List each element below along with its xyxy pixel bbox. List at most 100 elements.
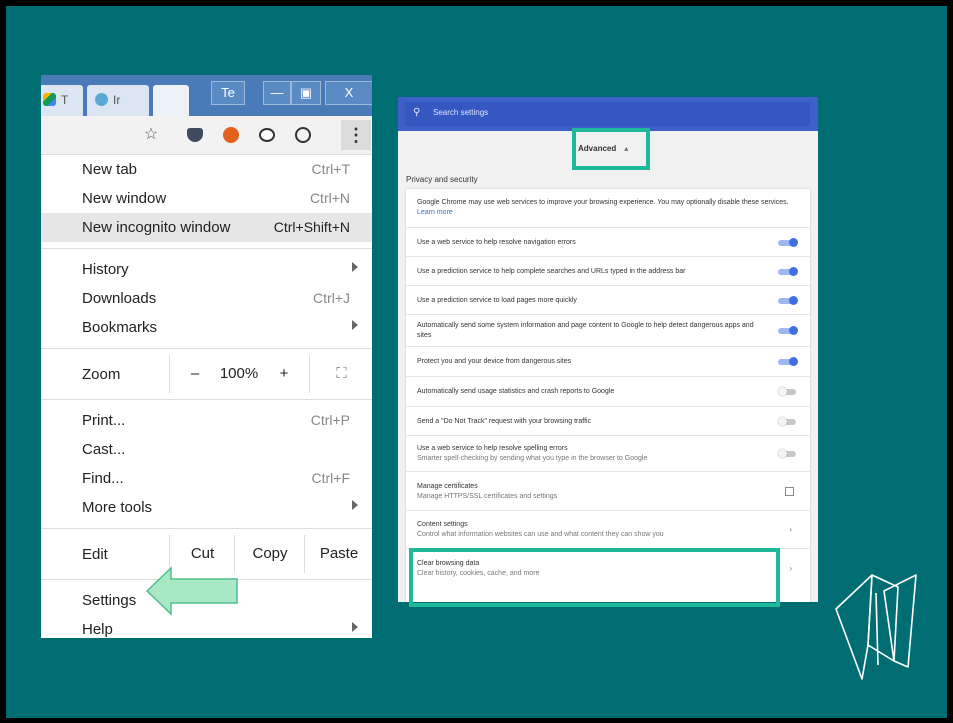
menu-item-label: History bbox=[82, 261, 129, 278]
submenu-arrow-icon bbox=[352, 262, 358, 272]
menu-item-label: New incognito window bbox=[82, 219, 231, 236]
menu-item-shortcut: Ctrl+F bbox=[311, 470, 351, 486]
row-title: Use a prediction service to load pages m… bbox=[417, 296, 577, 304]
menu-item-shortcut: Ctrl+Shift+N bbox=[273, 219, 350, 235]
zoom-in-button[interactable]: + bbox=[259, 355, 309, 393]
close-window-button[interactable]: X bbox=[325, 81, 372, 105]
row-title: Automatically send some system informati… bbox=[417, 322, 754, 339]
menu-item-help[interactable]: Help bbox=[41, 615, 372, 638]
row-title: Use a web service to help resolve naviga… bbox=[417, 238, 576, 246]
paste-button[interactable]: Paste bbox=[304, 535, 372, 573]
toggle-switch[interactable] bbox=[778, 237, 798, 247]
duckduckgo-icon[interactable] bbox=[221, 125, 241, 145]
menu-item-find[interactable]: Find... Ctrl+F bbox=[41, 464, 372, 493]
zoom-level: 100% bbox=[219, 365, 259, 382]
row-title: Use a prediction service to help complet… bbox=[417, 267, 686, 275]
panda-icon[interactable] bbox=[257, 125, 277, 145]
new-tab-button[interactable] bbox=[153, 85, 189, 116]
menu-item-history[interactable]: History bbox=[41, 255, 372, 284]
settings-row[interactable]: Automatically send some system informati… bbox=[406, 314, 810, 347]
menu-item-label: Find... bbox=[82, 470, 124, 487]
settings-row[interactable]: Automatically send usage statistics and … bbox=[406, 376, 810, 407]
search-settings-input[interactable]: ⚲ Search settings bbox=[405, 102, 810, 126]
row-subtitle: Control what information websites can us… bbox=[417, 531, 664, 538]
menu-item-more-tools[interactable]: More tools bbox=[41, 493, 372, 522]
menu-item-shortcut: Ctrl+T bbox=[311, 161, 351, 177]
chrome-settings-screenshot: ⚲ Search settings Advanced ▴ Privacy and … bbox=[398, 97, 818, 602]
settings-row[interactable]: Use a web service to help resolve spelli… bbox=[406, 435, 810, 472]
menu-divider bbox=[41, 528, 372, 529]
chrome-menu-screenshot: T Ir Te — ▣ X ☆ ⋮ New tab Ctrl+T New win… bbox=[41, 75, 372, 638]
browser-tab-1[interactable]: T bbox=[41, 85, 83, 116]
settings-row[interactable]: Use a web service to help resolve naviga… bbox=[406, 227, 810, 257]
menu-item-label: Help bbox=[82, 621, 113, 638]
tab-label: T bbox=[61, 93, 69, 107]
submenu-arrow-icon bbox=[352, 622, 358, 632]
open-external-icon bbox=[785, 486, 794, 496]
settings-row[interactable]: Protect you and your device from dangero… bbox=[406, 346, 810, 377]
menu-item-shortcut: Ctrl+J bbox=[313, 290, 350, 306]
zoom-out-button[interactable]: – bbox=[169, 355, 220, 393]
menu-zoom-row: Zoom – 100% + ⛶ bbox=[41, 355, 372, 393]
menu-item-label: Cast... bbox=[82, 441, 126, 458]
menu-item-downloads[interactable]: Downloads Ctrl+J bbox=[41, 284, 372, 313]
settings-intro: Google Chrome may use web services to im… bbox=[406, 189, 810, 227]
tab-strip: T Ir Te — ▣ X bbox=[41, 75, 372, 116]
row-title: Manage certificates bbox=[417, 482, 478, 490]
browser-tab-2[interactable]: Ir bbox=[87, 85, 149, 116]
settings-row[interactable]: Use a prediction service to help complet… bbox=[406, 256, 810, 286]
menu-item-label: New window bbox=[82, 190, 167, 207]
window-title-fragment: Te bbox=[211, 81, 245, 105]
menu-divider bbox=[41, 348, 372, 349]
menu-item-new-tab[interactable]: New tab Ctrl+T bbox=[41, 155, 372, 184]
submenu-arrow-icon bbox=[352, 500, 358, 510]
fullscreen-icon[interactable]: ⛶ bbox=[309, 355, 372, 393]
settings-row[interactable]: Send a "Do Not Track" request with your … bbox=[406, 406, 810, 436]
advanced-highlight-box bbox=[572, 128, 650, 170]
toggle-switch[interactable] bbox=[778, 295, 798, 305]
menu-divider bbox=[41, 248, 372, 249]
minimize-button[interactable]: — bbox=[263, 81, 291, 105]
row-title: Send a "Do Not Track" request with your … bbox=[417, 417, 592, 425]
toggle-switch[interactable] bbox=[778, 387, 798, 396]
menu-item-bookmarks[interactable]: Bookmarks bbox=[41, 313, 372, 342]
pocket-icon[interactable] bbox=[185, 125, 205, 145]
menu-item-label: Downloads bbox=[82, 290, 157, 307]
drive-icon bbox=[43, 93, 56, 106]
pinterest-icon[interactable] bbox=[293, 125, 313, 145]
menu-item-label: More tools bbox=[82, 499, 153, 516]
star-icon[interactable]: ☆ bbox=[141, 125, 161, 145]
clear-browsing-data-highlight-box bbox=[409, 548, 780, 607]
toggle-switch[interactable] bbox=[778, 357, 798, 366]
pointer-arrow-icon bbox=[145, 566, 238, 616]
row-title: Content settings bbox=[417, 521, 468, 528]
section-title: Privacy and security bbox=[406, 175, 478, 184]
settings-body: Advanced ▴ Privacy and security Google Ch… bbox=[398, 131, 818, 602]
menu-item-new-incognito-window[interactable]: New incognito window Ctrl+Shift+N bbox=[41, 213, 372, 242]
book-logo-icon bbox=[835, 574, 917, 680]
settings-header: ⚲ Search settings bbox=[398, 97, 818, 131]
toggle-switch[interactable] bbox=[778, 449, 798, 458]
intro-text: Google Chrome may use web services to im… bbox=[417, 199, 789, 206]
menu-item-print[interactable]: Print... Ctrl+P bbox=[41, 406, 372, 435]
tab-label: Ir bbox=[113, 93, 121, 107]
settings-row[interactable]: Use a prediction service to load pages m… bbox=[406, 285, 810, 315]
learn-more-link[interactable]: Learn more bbox=[417, 209, 453, 216]
row-title: Automatically send usage statistics and … bbox=[417, 388, 615, 395]
menu-divider bbox=[41, 399, 372, 400]
toggle-switch[interactable] bbox=[778, 326, 798, 335]
settings-row-content-settings[interactable]: Content settings Control what informatio… bbox=[406, 510, 810, 549]
omnibox[interactable] bbox=[41, 122, 141, 148]
row-subtitle: Manage HTTPS/SSL certificates and settin… bbox=[417, 492, 558, 500]
menu-item-label: Print... bbox=[82, 412, 126, 429]
settings-row-manage-certificates[interactable]: Manage certificates Manage HTTPS/SSL cer… bbox=[406, 471, 810, 511]
row-title: Protect you and your device from dangero… bbox=[417, 358, 572, 365]
toggle-switch[interactable] bbox=[778, 416, 798, 426]
maximize-button[interactable]: ▣ bbox=[291, 81, 321, 105]
menu-item-new-window[interactable]: New window Ctrl+N bbox=[41, 184, 372, 213]
toggle-switch[interactable] bbox=[778, 266, 798, 276]
copy-button[interactable]: Copy bbox=[234, 535, 305, 573]
browser-toolbar: ☆ ⋮ bbox=[41, 116, 372, 155]
more-vert-icon[interactable]: ⋮ bbox=[341, 120, 371, 150]
menu-item-cast[interactable]: Cast... bbox=[41, 435, 372, 464]
